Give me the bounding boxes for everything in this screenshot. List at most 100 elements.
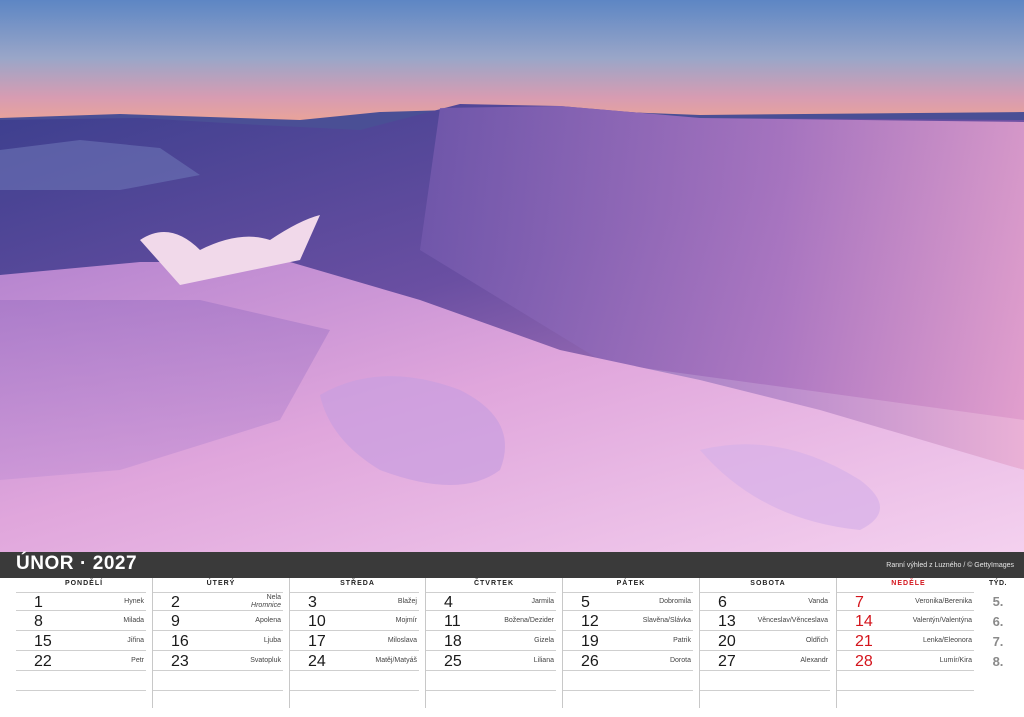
day-cell: 2 Nela Hromnice xyxy=(153,592,283,611)
day-cell: 10 Mojmír xyxy=(290,612,419,631)
nameday-name: Miloslava xyxy=(387,637,417,644)
nameday-name: Lumír/Kira xyxy=(939,657,972,664)
nameday: Oldřich xyxy=(806,637,828,644)
nameday: Patrik xyxy=(673,637,691,644)
nameday-name: Svatopluk xyxy=(250,657,281,664)
nameday: Jiřina xyxy=(127,637,144,644)
nameday: Lenka/Eleonora xyxy=(923,637,972,644)
day-number: 1 xyxy=(34,594,43,611)
nameday-name: Nela xyxy=(266,594,281,601)
day-number: 24 xyxy=(308,653,326,670)
nameday: Veronika/Berenika xyxy=(915,598,972,605)
day-number: 18 xyxy=(444,633,462,650)
nameday-name: Matěj/Matyáš xyxy=(375,657,417,664)
day-number: 14 xyxy=(855,613,873,630)
day-cell: 7 Veronika/Berenika xyxy=(837,592,974,611)
nameday-name: Patrik xyxy=(673,637,691,644)
day-cell: 3 Blažej xyxy=(290,592,419,611)
photo-credit: Ranní výhled z Luzného / © GettyImages xyxy=(886,562,1014,569)
day-number: 16 xyxy=(171,633,189,650)
day-column: ÚTERÝ 2 Nela Hromnice 9 Apolena 16 Ljuba 23 Svato… xyxy=(152,578,289,708)
week-numbers-column: TÝD. 5. 6. 7. 8. xyxy=(980,578,1024,708)
day-number: 7 xyxy=(855,594,864,611)
nameday-name: Jarmila xyxy=(531,598,554,605)
empty-row xyxy=(290,672,419,691)
day-column: ČTVRTEK 4 Jarmila 11 Božena/Dezider 18 Gizela 2… xyxy=(425,578,562,708)
day-cell: 4 Jarmila xyxy=(426,592,556,611)
day-cell: 8 Milada xyxy=(16,612,146,631)
nameday-name: Oldřich xyxy=(805,637,828,644)
day-cell: 19 Patrik xyxy=(563,632,693,651)
day-number: 3 xyxy=(308,594,317,611)
nameday: Vanda xyxy=(808,598,828,605)
day-number: 5 xyxy=(581,594,590,611)
weekday-name: STŘEDA xyxy=(340,580,375,587)
day-cell: 17 Miloslava xyxy=(290,632,419,651)
day-number: 25 xyxy=(444,653,462,670)
day-cell: 16 Ljuba xyxy=(153,632,283,651)
title-separator: · xyxy=(79,553,87,574)
nameday: Petr xyxy=(131,657,144,664)
nameday: Gizela xyxy=(534,637,554,644)
day-number: 17 xyxy=(308,633,326,650)
nameday-name: Liliana xyxy=(533,657,554,664)
day-column: NEDĚLE 7 Veronika/Berenika 14 Valentýn/Valen… xyxy=(836,578,980,708)
nameday: Milada xyxy=(123,617,144,624)
day-cell: 18 Gizela xyxy=(426,632,556,651)
nameday-name: Gizela xyxy=(534,637,554,644)
weekday-name: PONDĚLÍ xyxy=(64,580,104,587)
day-number: 15 xyxy=(34,633,52,650)
week-number: 7. xyxy=(992,634,1004,649)
holiday-name: Hromnice xyxy=(251,602,281,609)
nameday: Věnceslav/Věnceslava xyxy=(758,617,828,624)
day-cell: 9 Apolena xyxy=(153,612,283,631)
nameday: Nela Hromnice xyxy=(251,594,281,610)
weekday-name: ÚTERÝ xyxy=(206,580,236,587)
week-numbers-header: TÝD. xyxy=(989,580,1007,587)
day-cell: 27 Alexandr xyxy=(700,652,830,671)
week-number: 5. xyxy=(992,594,1004,609)
day-column: SOBOTA 6 Vanda 13 Věnceslav/Věnceslava 20 Oldř… xyxy=(699,578,836,708)
empty-row xyxy=(16,672,146,691)
nameday-name: Veronika/Berenika xyxy=(915,598,972,605)
nameday: Miloslava xyxy=(388,637,417,644)
empty-row xyxy=(837,672,974,691)
nameday-name: Dorota xyxy=(669,657,691,664)
day-column: PÁTEK 5 Dobromila 12 Slavěna/Slávka 19 Patrik 2… xyxy=(562,578,699,708)
empty-row xyxy=(563,672,693,691)
nameday-name: Hynek xyxy=(124,598,144,605)
nameday-name: Věnceslav/Věnceslava xyxy=(757,617,828,624)
nameday-name: Apolena xyxy=(255,617,281,624)
nameday: Ljuba xyxy=(264,637,281,644)
day-number: 8 xyxy=(34,613,43,630)
day-number: 6 xyxy=(718,594,727,611)
nameday: Slavěna/Slávka xyxy=(643,617,691,624)
day-column: STŘEDA 3 Blažej 10 Mojmír 17 Miloslava 24 Matěj/… xyxy=(289,578,425,708)
weekday-name: PÁTEK xyxy=(616,580,646,587)
empty-row xyxy=(700,672,830,691)
weekday-name: SOBOTA xyxy=(750,580,786,587)
day-column: PONDĚLÍ 1 Hynek 8 Milada 15 Jiřina 22 Petr xyxy=(16,578,152,708)
nameday-name: Slavěna/Slávka xyxy=(642,617,691,624)
day-cell: 25 Liliana xyxy=(426,652,556,671)
day-number: 2 xyxy=(171,594,180,611)
nameday: Valentýn/Valentýna xyxy=(913,617,972,624)
nameday: Liliana xyxy=(534,657,554,664)
nameday: Lumír/Kira xyxy=(940,657,972,664)
day-cell: 6 Vanda xyxy=(700,592,830,611)
nameday: Alexandr xyxy=(800,657,828,664)
day-number: 21 xyxy=(855,633,873,650)
weekday-name: ČTVRTEK xyxy=(473,580,515,587)
day-cell: 12 Slavěna/Slávka xyxy=(563,612,693,631)
nameday: Mojmír xyxy=(396,617,417,624)
nameday-name: Valentýn/Valentýna xyxy=(912,617,972,624)
day-number: 23 xyxy=(171,653,189,670)
day-number: 10 xyxy=(308,613,326,630)
nameday: Dobromila xyxy=(659,598,691,605)
nameday: Jarmila xyxy=(531,598,554,605)
nameday-name: Petr xyxy=(131,657,144,664)
month-title: ÚNOR · 2027 xyxy=(16,553,137,575)
nameday-name: Milada xyxy=(123,617,144,624)
nameday-name: Mojmír xyxy=(395,617,417,624)
nameday: Dorota xyxy=(670,657,691,664)
